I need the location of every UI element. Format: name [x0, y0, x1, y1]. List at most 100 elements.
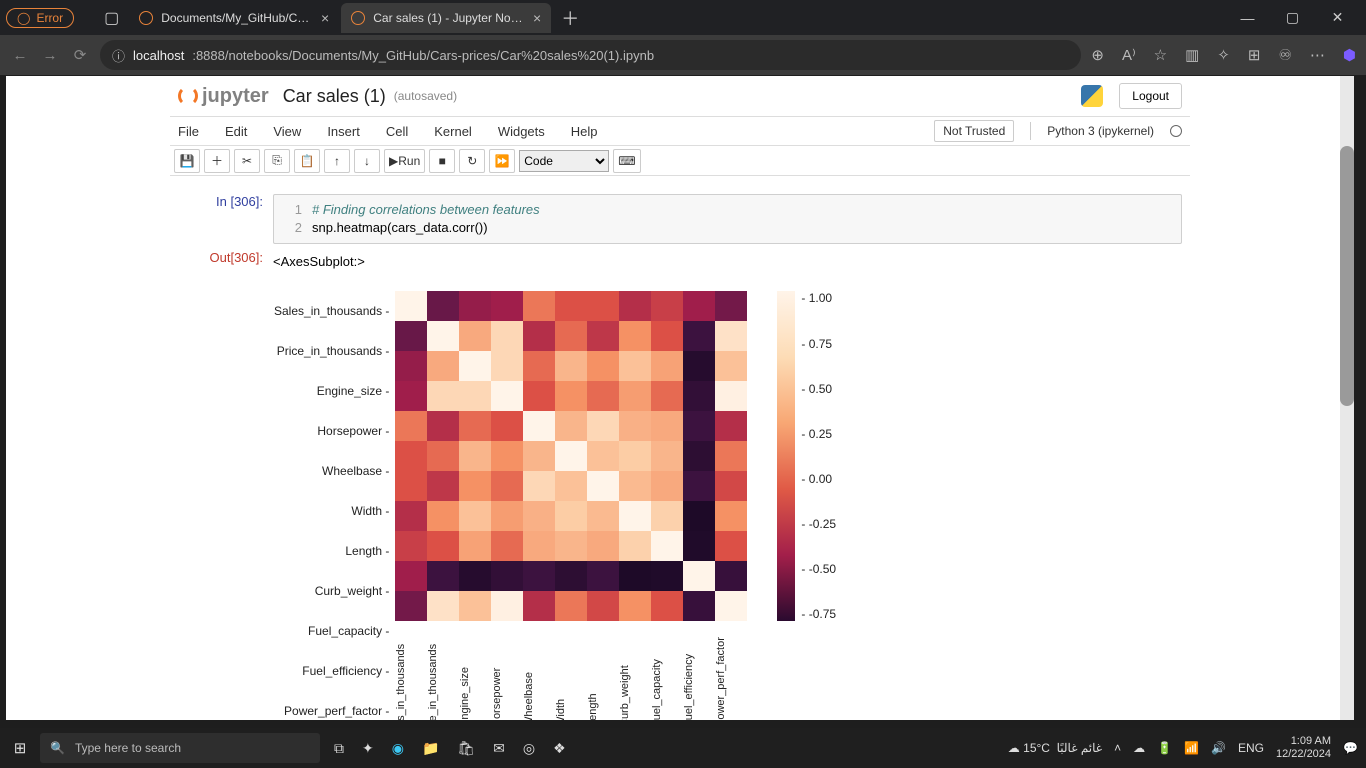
store-icon[interactable]: 🛍: [457, 740, 475, 757]
mail-icon[interactable]: ✉: [493, 740, 505, 757]
task-view-icon[interactable]: ⧉: [334, 740, 344, 757]
workspace-icon[interactable]: ▢: [96, 8, 127, 28]
colorbar-ticks: - 1.00- 0.75- 0.50- 0.25- 0.00- -0.25- -…: [795, 291, 836, 621]
new-tab-button[interactable]: ＋: [553, 5, 587, 31]
heatmap-grid: [395, 291, 747, 621]
weather-widget[interactable]: ☁ 15°C غائم غالبًا: [1008, 741, 1102, 755]
sync-icon[interactable]: ♾: [1278, 46, 1291, 64]
code-line: # Finding correlations between features: [312, 201, 540, 219]
wifi-icon[interactable]: 📶: [1184, 741, 1199, 755]
output-prompt: Out[306]:: [178, 250, 273, 273]
volume-icon[interactable]: 🔊: [1211, 741, 1226, 755]
pinned-app-icon[interactable]: ❖: [553, 740, 566, 757]
url-input[interactable]: ⓘ localhost:8888/notebooks/Documents/My_…: [100, 40, 1081, 70]
close-window-button[interactable]: ✕: [1315, 3, 1360, 33]
zoom-icon[interactable]: ⊕: [1091, 46, 1104, 64]
tab-active[interactable]: Car sales (1) - Jupyter Notebook ×: [341, 3, 551, 33]
maximize-button[interactable]: ▢: [1270, 3, 1315, 33]
close-icon[interactable]: ×: [533, 10, 541, 26]
notifications-icon[interactable]: 💬: [1343, 741, 1358, 755]
menu-insert[interactable]: Insert: [327, 124, 360, 139]
menu-kernel[interactable]: Kernel: [434, 124, 472, 139]
edge-icon[interactable]: ◉: [392, 740, 404, 757]
windows-taskbar: ⊞ 🔍 Type here to search ⧉ ✦ ◉ 📁 🛍 ✉ ◎ ❖ …: [0, 728, 1366, 768]
jupyter-favicon-icon: [351, 11, 365, 25]
move-down-button[interactable]: ↓: [354, 149, 380, 173]
python-logo-icon: [1081, 85, 1103, 107]
copy-button[interactable]: ⎘: [264, 149, 290, 173]
colorbar-gradient: [777, 291, 795, 621]
copilot-taskbar-icon[interactable]: ✦: [362, 740, 374, 757]
logout-button[interactable]: Logout: [1119, 83, 1182, 109]
favorite-icon[interactable]: ☆: [1154, 46, 1167, 64]
stop-button[interactable]: ■: [429, 149, 455, 173]
restart-button[interactable]: ↻: [459, 149, 485, 173]
address-bar: ← → ⟳ ⓘ localhost:8888/notebooks/Documen…: [0, 35, 1366, 75]
error-label: Error: [36, 11, 63, 25]
close-icon[interactable]: ×: [321, 10, 329, 26]
clock[interactable]: 1:09 AM 12/22/2024: [1276, 735, 1331, 761]
menu-help[interactable]: Help: [571, 124, 598, 139]
onedrive-icon[interactable]: ☁: [1133, 741, 1145, 755]
tray-chevron-icon[interactable]: ˄: [1114, 741, 1121, 755]
paste-button[interactable]: 📋: [294, 149, 320, 173]
move-up-button[interactable]: ↑: [324, 149, 350, 173]
scrollbar-thumb[interactable]: [1340, 146, 1354, 406]
code-line: snp.heatmap(cars_data.corr()): [312, 219, 488, 237]
colorbar: - 1.00- 0.75- 0.50- 0.25- 0.00- -0.25- -…: [777, 291, 836, 720]
jupyter-logo[interactable]: jupyter: [178, 85, 269, 108]
info-icon: ⓘ: [112, 46, 125, 65]
menu-edit[interactable]: Edit: [225, 124, 247, 139]
save-button[interactable]: 💾: [174, 149, 200, 173]
jupyter-header: jupyter Car sales (1) (autosaved) Logout: [170, 76, 1190, 116]
refresh-button[interactable]: ⟳: [70, 46, 90, 64]
browser-chrome: ◯ Error ▢ Documents/My_GitHub/Cars-pric …: [0, 0, 1366, 75]
language-indicator[interactable]: ENG: [1238, 741, 1264, 755]
back-button[interactable]: ←: [10, 47, 30, 64]
jupyter-ring-icon: [178, 86, 198, 106]
heatmap-y-labels: Sales_in_thousands -Price_in_thousands -…: [274, 291, 395, 720]
tab-title: Car sales (1) - Jupyter Notebook: [373, 11, 525, 25]
menu-bar: File Edit View Insert Cell Kernel Widget…: [170, 116, 1190, 146]
split-icon[interactable]: ▥: [1185, 46, 1199, 64]
jupyter-page: jupyter Car sales (1) (autosaved) Logout…: [6, 76, 1354, 720]
kernel-name[interactable]: Python 3 (ipykernel): [1047, 124, 1154, 138]
extensions-icon[interactable]: ⊞: [1248, 46, 1261, 64]
copilot-icon[interactable]: ⬢: [1343, 46, 1356, 64]
menu-view[interactable]: View: [273, 124, 301, 139]
jupyter-favicon-icon: [139, 11, 153, 25]
output-text: <AxesSubplot:>: [273, 250, 1182, 273]
input-prompt: In [306]:: [178, 194, 273, 244]
error-indicator[interactable]: ◯ Error: [6, 8, 74, 28]
more-icon[interactable]: ⋯: [1310, 46, 1325, 64]
kernel-status-icon: [1170, 125, 1182, 137]
menu-cell[interactable]: Cell: [386, 124, 408, 139]
forward-button[interactable]: →: [40, 47, 60, 64]
tab-inactive[interactable]: Documents/My_GitHub/Cars-pric ×: [129, 3, 339, 33]
battery-icon[interactable]: 🔋: [1157, 741, 1172, 755]
url-host: localhost: [133, 48, 184, 63]
add-cell-button[interactable]: ＋: [204, 149, 230, 173]
start-button[interactable]: ⊞: [0, 739, 40, 757]
cut-button[interactable]: ✂: [234, 149, 260, 173]
fast-forward-button[interactable]: ⏩: [489, 149, 515, 173]
heatmap-x-labels: es_in_thousandsce_in_thousandsEngine_siz…: [395, 621, 747, 720]
heatmap-output: Sales_in_thousands -Price_in_thousands -…: [274, 291, 1182, 720]
code-cell[interactable]: 1# Finding correlations between features…: [273, 194, 1182, 244]
cell-type-select[interactable]: Code: [519, 150, 609, 172]
command-palette-button[interactable]: ⌨: [613, 149, 640, 173]
collections-icon[interactable]: ✧: [1217, 46, 1230, 64]
minimize-button[interactable]: ―: [1225, 3, 1270, 33]
menu-widgets[interactable]: Widgets: [498, 124, 545, 139]
read-aloud-icon[interactable]: A⁾: [1122, 46, 1136, 64]
explorer-icon[interactable]: 📁: [422, 740, 439, 757]
notebook-title[interactable]: Car sales (1): [283, 86, 386, 107]
user-icon: ◯: [17, 11, 30, 25]
taskbar-search[interactable]: 🔍 Type here to search: [40, 733, 320, 763]
not-trusted-button[interactable]: Not Trusted: [934, 120, 1014, 142]
chrome-icon[interactable]: ◎: [523, 740, 535, 757]
run-button[interactable]: ▶ Run: [384, 149, 425, 173]
menu-file[interactable]: File: [178, 124, 199, 139]
tab-strip: ◯ Error ▢ Documents/My_GitHub/Cars-pric …: [0, 0, 1366, 35]
autosave-label: (autosaved): [394, 89, 457, 103]
